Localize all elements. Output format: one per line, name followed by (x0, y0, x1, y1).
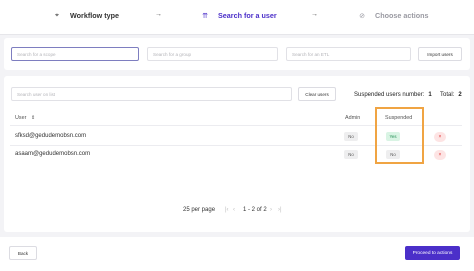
per-page-select[interactable]: 25 per page (183, 207, 215, 213)
group-search-input[interactable]: Search for a group (147, 47, 278, 61)
suspended-users-count: Suspended users number: 1 (354, 92, 432, 98)
footer-bar: Back Proceed to actions (0, 237, 474, 271)
page-range: 1 - 2 of 2 (243, 207, 267, 213)
step-label: Search for a user (218, 11, 277, 20)
column-header-admin: Admin (345, 115, 361, 121)
proceed-to-actions-button[interactable]: Proceed to actions (405, 246, 460, 260)
suspended-users-value: 1 (428, 92, 432, 98)
user-email: sfksd@gedudemobsn.com (15, 133, 87, 139)
target-icon: ⌖ (55, 11, 59, 19)
workflow-stepper: ⌖ Workflow type → ⇈ Search for a user → … (0, 0, 474, 35)
first-page-icon[interactable]: |‹ (225, 207, 229, 213)
last-page-icon[interactable]: ›| (278, 207, 282, 213)
step-choose-actions[interactable]: ⊘ Choose actions (358, 11, 429, 20)
next-page-icon[interactable]: › (270, 207, 272, 213)
user-email: asaam@gedudemobsn.com (15, 151, 91, 157)
filters-card: Search for a scope Search for a group Se… (4, 38, 470, 70)
prev-page-icon[interactable]: ‹ (233, 207, 235, 213)
total-users-value: 2 (458, 92, 462, 98)
clear-users-button[interactable]: Clear users (298, 87, 336, 101)
total-users-label: Total: (440, 92, 455, 98)
checklist-icon: ⊘ (359, 12, 365, 20)
back-button[interactable]: Back (9, 246, 37, 260)
step-workflow-type[interactable]: ⌖ Workflow type (53, 11, 119, 20)
step-label: Choose actions (375, 11, 429, 20)
admin-badge: No (344, 132, 358, 141)
column-header-user[interactable]: User (15, 115, 26, 121)
remove-user-icon[interactable]: × (434, 150, 446, 160)
user-search-icon: ⇈ (202, 12, 208, 20)
import-users-button[interactable]: Import users (418, 47, 462, 61)
etl-search-input[interactable]: Search for an ETL (286, 47, 411, 61)
user-list-search-input[interactable]: Search user on list (11, 87, 292, 101)
sort-icon[interactable]: ⇕ (31, 115, 35, 121)
arrow-right-icon: → (155, 11, 162, 18)
scope-search-input[interactable]: Search for a scope (11, 47, 139, 61)
step-label: Workflow type (70, 11, 119, 20)
admin-badge: No (344, 150, 358, 159)
suspended-column-highlight (375, 107, 424, 164)
step-search-user[interactable]: ⇈ Search for a user (201, 11, 277, 20)
remove-user-icon[interactable]: × (434, 132, 446, 142)
total-users-count: Total: 2 (440, 92, 462, 98)
suspended-users-label: Suspended users number: (354, 92, 425, 98)
arrow-right-icon: → (311, 11, 318, 18)
